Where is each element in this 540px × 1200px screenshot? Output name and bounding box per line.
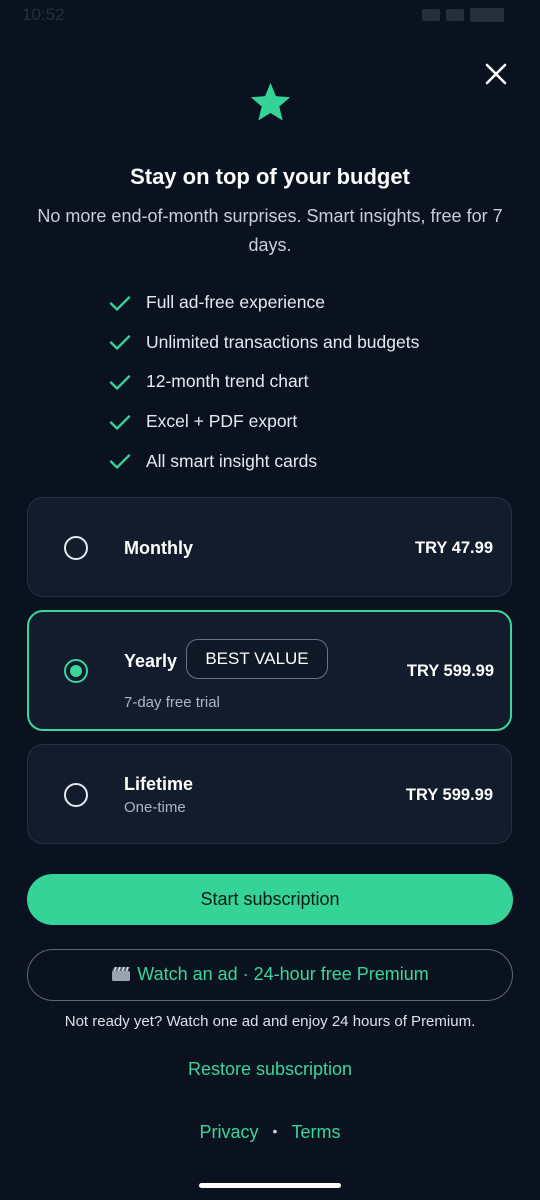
close-button[interactable] xyxy=(482,60,510,88)
plan-option-monthly[interactable]: Monthly TRY 47.99 xyxy=(27,497,512,597)
feature-item: Excel + PDF export xyxy=(108,402,419,442)
terms-link[interactable]: Terms xyxy=(291,1122,340,1142)
plan-subtitle: 7-day free trial xyxy=(124,694,220,711)
check-icon xyxy=(109,375,131,390)
plan-price: TRY 47.99 xyxy=(415,539,493,557)
feature-item: All smart insight cards xyxy=(108,441,419,481)
status-time: 10:52 xyxy=(22,5,65,24)
watch-ad-label: Watch an ad · 24-hour free Premium xyxy=(137,964,429,984)
start-subscription-button[interactable]: Start subscription xyxy=(27,874,513,925)
battery-icon xyxy=(470,8,504,22)
feature-label: Unlimited transactions and budgets xyxy=(146,331,420,352)
signal-icon xyxy=(422,9,440,21)
ad-note: Not ready yet? Watch one ad and enjoy 24… xyxy=(64,1013,476,1030)
check-icon xyxy=(109,414,131,430)
clapperboard-icon xyxy=(112,966,131,981)
status-icons xyxy=(422,8,504,22)
status-bar: 10:52 xyxy=(0,0,540,32)
plan-option-yearly[interactable]: Yearly BEST VALUE 7-day free trial TRY 5… xyxy=(27,610,512,731)
check-icon xyxy=(109,296,131,311)
privacy-link[interactable]: Privacy xyxy=(200,1122,259,1142)
footer-links: Privacy • Terms xyxy=(0,1122,540,1143)
feature-item: Full ad-free experience xyxy=(108,283,419,323)
radio-button-selected[interactable] xyxy=(64,659,88,683)
plan-price: TRY 599.99 xyxy=(405,786,493,804)
plan-price: TRY 599.99 xyxy=(406,662,494,680)
radio-button[interactable] xyxy=(64,536,88,560)
close-icon xyxy=(485,63,507,85)
star-icon xyxy=(250,82,291,121)
feature-label: Full ad-free experience xyxy=(146,292,325,313)
wifi-icon xyxy=(446,9,464,21)
plan-option-lifetime[interactable]: Lifetime One-time TRY 599.99 xyxy=(27,744,512,844)
feature-label: Excel + PDF export xyxy=(146,411,298,432)
restore-subscription-link[interactable]: Restore subscription xyxy=(0,1059,540,1080)
home-indicator xyxy=(199,1183,341,1188)
best-value-badge: BEST VALUE xyxy=(186,639,328,679)
plan-name: Yearly xyxy=(124,651,178,671)
plan-subtitle: One-time xyxy=(124,799,186,816)
feature-label: All smart insight cards xyxy=(146,450,318,471)
plan-name: Lifetime xyxy=(124,774,194,794)
radio-button[interactable] xyxy=(64,783,88,807)
check-icon xyxy=(109,454,131,469)
feature-item: Unlimited transactions and budgets xyxy=(108,323,419,363)
feature-list: Full ad-free experience Unlimited transa… xyxy=(108,283,419,481)
page-title: Stay on top of your budget xyxy=(130,164,410,189)
feature-label: 12-month trend chart xyxy=(146,371,309,392)
plan-name: Monthly xyxy=(124,538,193,558)
feature-item: 12-month trend chart xyxy=(108,362,419,402)
footer-separator: • xyxy=(272,1123,278,1139)
watch-ad-button[interactable]: Watch an ad · 24-hour free Premium xyxy=(27,949,513,1001)
page-subtitle: No more end-of-month surprises. Smart in… xyxy=(37,206,503,255)
check-icon xyxy=(109,335,131,351)
